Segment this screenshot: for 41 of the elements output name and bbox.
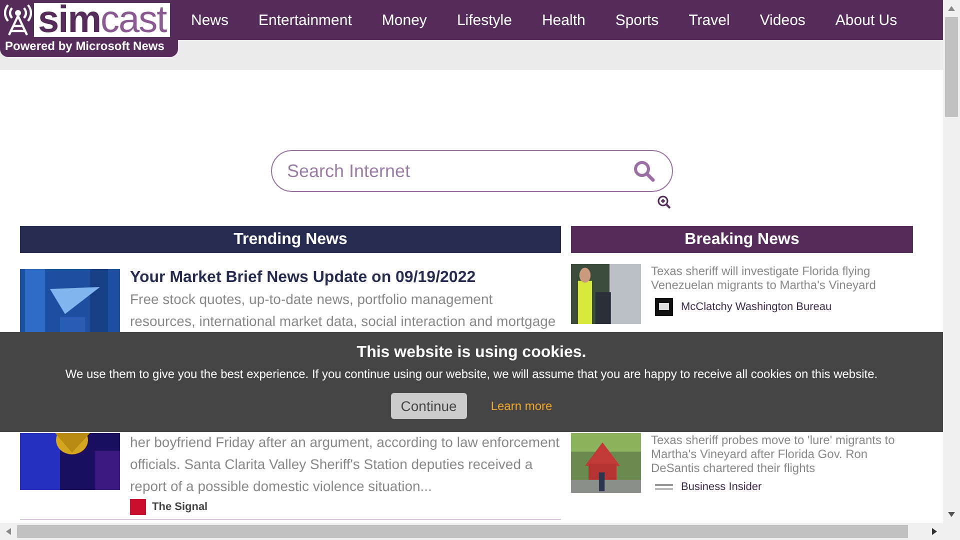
antenna-icon — [4, 4, 32, 36]
cookie-message: We use them to give you the best experience. If you continue using our website, we will assume that you are happy to receive all cookies on this website. — [65, 367, 878, 381]
logo-tagline: Powered by Microsoft News — [4, 38, 166, 53]
article-summary: her boyfriend Friday after an argument, according to law enforcement officials. Santa Clarita Valley Sheriff's Station deputies received a report of a possible domestic violence situation... — [130, 433, 561, 496]
source-name: The Signal — [152, 501, 208, 513]
wordmark: simcast — [34, 3, 170, 37]
search-icon[interactable] — [633, 160, 655, 182]
scrollbar-thumb[interactable] — [17, 525, 908, 538]
nav-link[interactable]: Videos — [744, 12, 820, 28]
nav-link[interactable]: Sports — [600, 12, 674, 28]
scroll-down-icon[interactable] — [947, 510, 956, 519]
scrollbar-thumb[interactable] — [945, 17, 958, 117]
nav-link[interactable]: Travel — [674, 12, 745, 28]
nav-link[interactable]: News — [176, 12, 244, 28]
zoom-in-icon[interactable] — [657, 195, 671, 209]
article-title[interactable]: Texas sheriff will investigate Florida flying Venezuelan migrants to Martha's Vineyard — [651, 264, 913, 292]
source-logo-icon — [655, 483, 673, 491]
article-summary: Free stock quotes, up-to-date news, portfolio management resources, international market data, social interaction and mortgage — [130, 290, 557, 331]
nav-link[interactable]: Lifestyle — [442, 12, 527, 28]
scroll-up-icon[interactable] — [947, 4, 956, 13]
article-title[interactable]: Texas sheriff probes move to 'lure' migrants to Martha's Vineyard after Florida Gov. Ron DeSantis chartered their flights — [651, 433, 913, 475]
section-header: Trending News — [20, 226, 561, 253]
site-logo[interactable]: simcast Powered by Microsoft News — [0, 0, 178, 57]
source-name: McClatchy Washington Bureau — [681, 301, 832, 313]
article-title[interactable]: Your Market Brief News Update on 09/19/2022 — [130, 268, 561, 288]
vertical-scrollbar[interactable] — [943, 0, 960, 523]
source-name: Business Insider — [681, 481, 762, 493]
cookie-title: This website is using cookies. — [356, 344, 586, 362]
continue-button[interactable]: Continue — [390, 393, 467, 419]
learn-more-link[interactable]: Learn more — [490, 399, 552, 413]
search-field[interactable]: Search Internet — [271, 150, 673, 192]
nav-link[interactable]: Money — [366, 12, 442, 28]
horizontal-scrollbar[interactable] — [0, 523, 960, 540]
scroll-right-icon[interactable] — [930, 527, 939, 536]
nav-link[interactable]: Entertainment — [244, 12, 367, 28]
section-header: Breaking News — [571, 226, 913, 253]
scroll-left-icon[interactable] — [4, 527, 13, 536]
nav-link[interactable]: Health — [526, 12, 600, 28]
source-logo-icon — [130, 499, 146, 515]
source-logo-icon — [655, 298, 673, 316]
nav-link[interactable]: About Us — [820, 12, 912, 28]
